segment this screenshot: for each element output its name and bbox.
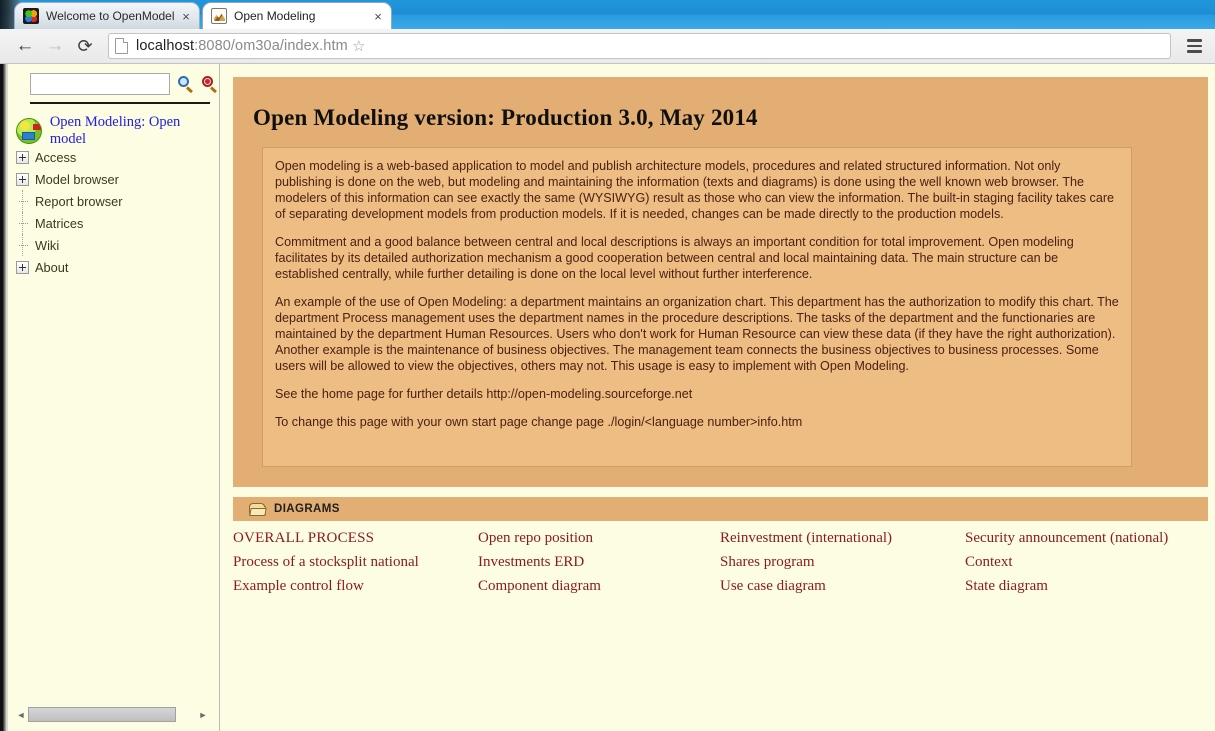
main-content-frame: Open Modeling version: Production 3.0, M… [220, 64, 1215, 731]
expand-plus-icon[interactable] [16, 172, 29, 186]
page-document-icon [115, 38, 128, 54]
sidebar-item-model-browser[interactable]: Model browser [16, 168, 216, 190]
sidebar-search-row [30, 73, 218, 95]
sidebar-item-access[interactable]: Access [16, 146, 216, 168]
sidebar-item-label: Wiki [35, 237, 60, 253]
list-item[interactable]: Security announcement (national) [965, 526, 1208, 550]
intro-panel: Open Modeling version: Production 3.0, M… [233, 77, 1208, 487]
diagram-link[interactable]: OVERALL PROCESS [233, 530, 374, 547]
address-host: localhost [136, 38, 195, 54]
list-item[interactable]: Open repo position [478, 526, 720, 550]
sidebar-tree: Access Model browser Report browser Matr… [16, 146, 216, 278]
expand-plus-icon[interactable] [16, 260, 29, 274]
address-path: :8080/om30a/index.htm [194, 38, 348, 54]
tree-root-label: Open Modeling: Open model [49, 114, 181, 147]
diagram-link[interactable]: Security announcement (national) [965, 530, 1168, 547]
tab-title: Open Modeling [234, 9, 316, 23]
sidebar-item-wiki[interactable]: Wiki [16, 234, 216, 256]
browser-tab-open-modeling[interactable]: Open Modeling × [202, 2, 392, 29]
sidebar-divider [30, 102, 210, 104]
scroll-left-arrow-icon[interactable]: ◄ [14, 710, 28, 720]
intro-paragraph: An example of the use of Open Modeling: … [275, 295, 1119, 341]
browser-tab-welcome[interactable]: Welcome to OpenModeli × [14, 2, 200, 29]
browser-toolbar: ← → ⟳ localhost:8080/om30a/index.htm ☆ [0, 29, 1215, 64]
search-remove-icon[interactable] [201, 75, 218, 93]
sidebar-item-label: Matrices [35, 215, 84, 231]
list-item[interactable]: State diagram [965, 574, 1208, 598]
home-page-note: See the home page for further details ht… [275, 387, 693, 401]
address-bar[interactable]: localhost:8080/om30a/index.htm ☆ [108, 33, 1171, 59]
list-item[interactable]: Reinvestment (international) [720, 526, 965, 550]
page-viewport: Open Modeling: Open model Access Model b… [0, 64, 1215, 731]
page-title: Open Modeling version: Production 3.0, M… [253, 105, 758, 130]
list-item[interactable]: Example control flow [233, 574, 478, 598]
sidebar-item-matrices[interactable]: Matrices [16, 212, 216, 234]
diagrams-list: OVERALL PROCESS Open repo position Reinv… [233, 526, 1208, 598]
intro-text-box: Open modeling is a web-based application… [262, 147, 1132, 467]
list-item[interactable]: Investments ERD [478, 550, 720, 574]
intro-paragraph: Another example is the maintenance of bu… [275, 343, 1099, 373]
diagram-link[interactable]: Shares program [720, 554, 815, 571]
diagram-link[interactable]: Investments ERD [478, 554, 584, 571]
back-button[interactable]: ← [10, 31, 40, 61]
change-page-note: To change this page with your own start … [275, 415, 803, 429]
browser-window: Welcome to OpenModeli × Open Modeling × … [0, 0, 1215, 731]
scroll-right-arrow-icon[interactable]: ► [196, 710, 210, 720]
tab-close-icon[interactable]: × [179, 10, 193, 23]
tree-leaf-connector-icon [16, 195, 29, 208]
folder-open-icon [249, 502, 267, 516]
tab-strip: Welcome to OpenModeli × Open Modeling × [0, 0, 1215, 29]
list-item[interactable]: OVERALL PROCESS [233, 526, 478, 550]
expand-plus-icon[interactable] [16, 150, 29, 164]
tree-root-open-model[interactable]: Open Modeling: Open model [16, 114, 219, 148]
sidebar-horizontal-scrollbar[interactable]: ◄ ► [14, 706, 210, 723]
list-item[interactable]: Context [965, 550, 1208, 574]
diagram-link[interactable]: Reinvestment (international) [720, 530, 892, 547]
tree-leaf-connector-icon [16, 239, 29, 252]
list-item[interactable]: Component diagram [478, 574, 720, 598]
list-item[interactable]: Process of a stocksplit national [233, 550, 478, 574]
joomla-favicon-icon [23, 8, 39, 24]
intro-paragraph: Open modeling is a web-based application… [275, 159, 1115, 221]
tab-close-icon[interactable]: × [371, 10, 385, 23]
sidebar-item-label: Access [35, 149, 77, 165]
diagram-link[interactable]: Component diagram [478, 578, 601, 595]
diagram-link[interactable]: Use case diagram [720, 578, 826, 595]
sidebar-item-label: About [35, 259, 69, 275]
sidebar-frame: Open Modeling: Open model Access Model b… [0, 64, 220, 731]
diagram-link[interactable]: Example control flow [233, 578, 364, 595]
open-model-icon [16, 118, 42, 144]
diagrams-section-title: DIAGRAMS [274, 503, 340, 515]
sidebar-item-report-browser[interactable]: Report browser [16, 190, 216, 212]
sidebar-item-label: Report browser [35, 193, 123, 209]
sidebar-item-label: Model browser [35, 171, 119, 187]
diagram-link[interactable]: State diagram [965, 578, 1048, 595]
intro-paragraph: Commitment and a good balance between ce… [275, 235, 1074, 281]
bookmark-star-icon[interactable]: ☆ [348, 37, 370, 55]
list-item[interactable]: Shares program [720, 550, 965, 574]
sidebar-left-edge [0, 64, 8, 731]
reload-button[interactable]: ⟳ [70, 31, 100, 61]
diagram-link[interactable]: Open repo position [478, 530, 593, 547]
sidebar-item-about[interactable]: About [16, 256, 216, 278]
list-item[interactable]: Use case diagram [720, 574, 965, 598]
diagram-link[interactable]: Context [965, 554, 1013, 571]
tab-title: Welcome to OpenModeli [46, 9, 175, 23]
forward-button[interactable]: → [40, 31, 70, 61]
search-icon[interactable] [177, 75, 194, 93]
diagrams-section-header: DIAGRAMS [233, 497, 1208, 521]
search-input[interactable] [30, 73, 170, 95]
scrollbar-thumb[interactable] [28, 707, 176, 722]
open-modeling-favicon-icon [211, 8, 227, 24]
hamburger-menu-icon[interactable] [1177, 31, 1211, 61]
scrollbar-track[interactable] [28, 707, 196, 722]
tree-leaf-connector-icon [16, 217, 29, 230]
diagram-link[interactable]: Process of a stocksplit national [233, 554, 419, 571]
address-bar-text: localhost:8080/om30a/index.htm [136, 38, 348, 54]
